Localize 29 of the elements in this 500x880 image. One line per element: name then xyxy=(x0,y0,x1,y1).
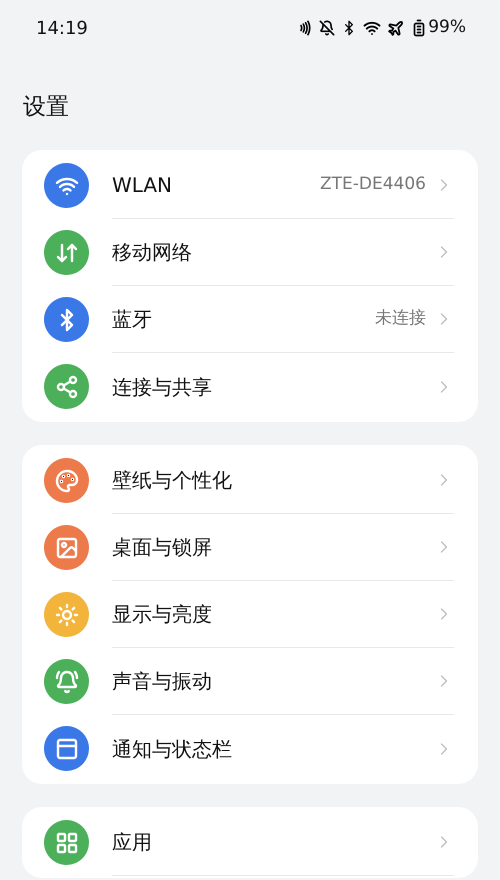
page-title: 设置 xyxy=(23,92,69,122)
item-value: 未连接 xyxy=(375,307,426,330)
item-label: 桌面与锁屏 xyxy=(112,534,213,561)
wifi-icon xyxy=(363,19,382,37)
settings-item[interactable]: WLAN ZTE-DE4406 xyxy=(22,152,478,219)
item-value: ZTE-DE4406 xyxy=(320,173,426,196)
item-label: 蓝牙 xyxy=(112,306,153,333)
settings-item[interactable]: 应用 xyxy=(22,809,478,876)
item-label: 应用 xyxy=(112,829,153,856)
item-label: 通知与状态栏 xyxy=(112,736,233,762)
status-time: 14:19 xyxy=(36,16,88,40)
item-label: WLAN xyxy=(112,172,174,199)
nfc-icon xyxy=(297,20,314,36)
battery-level: 99% xyxy=(428,16,466,40)
settings-item[interactable]: 蓝牙 未连接 xyxy=(22,286,478,353)
settings-item[interactable]: 壁纸与个性化 xyxy=(22,447,478,514)
settings-item[interactable]: 连接与共享 xyxy=(22,353,478,420)
item-label: 显示与亮度 xyxy=(112,601,213,628)
settings-item[interactable]: 显示与亮度 xyxy=(22,581,478,648)
bell-off-icon xyxy=(319,20,336,36)
settings-item[interactable]: 声音与振动 xyxy=(22,648,478,715)
item-label: 壁纸与个性化 xyxy=(112,467,233,494)
settings-item[interactable]: 移动网络 xyxy=(22,219,478,286)
settings-item[interactable]: 桌面与锁屏 xyxy=(22,514,478,581)
item-label: 声音与振动 xyxy=(112,668,213,695)
item-label: 移动网络 xyxy=(112,239,193,266)
airplane-icon xyxy=(387,20,404,36)
item-label: 连接与共享 xyxy=(112,374,213,400)
settings-item[interactable]: 通知与状态栏 xyxy=(22,715,478,782)
